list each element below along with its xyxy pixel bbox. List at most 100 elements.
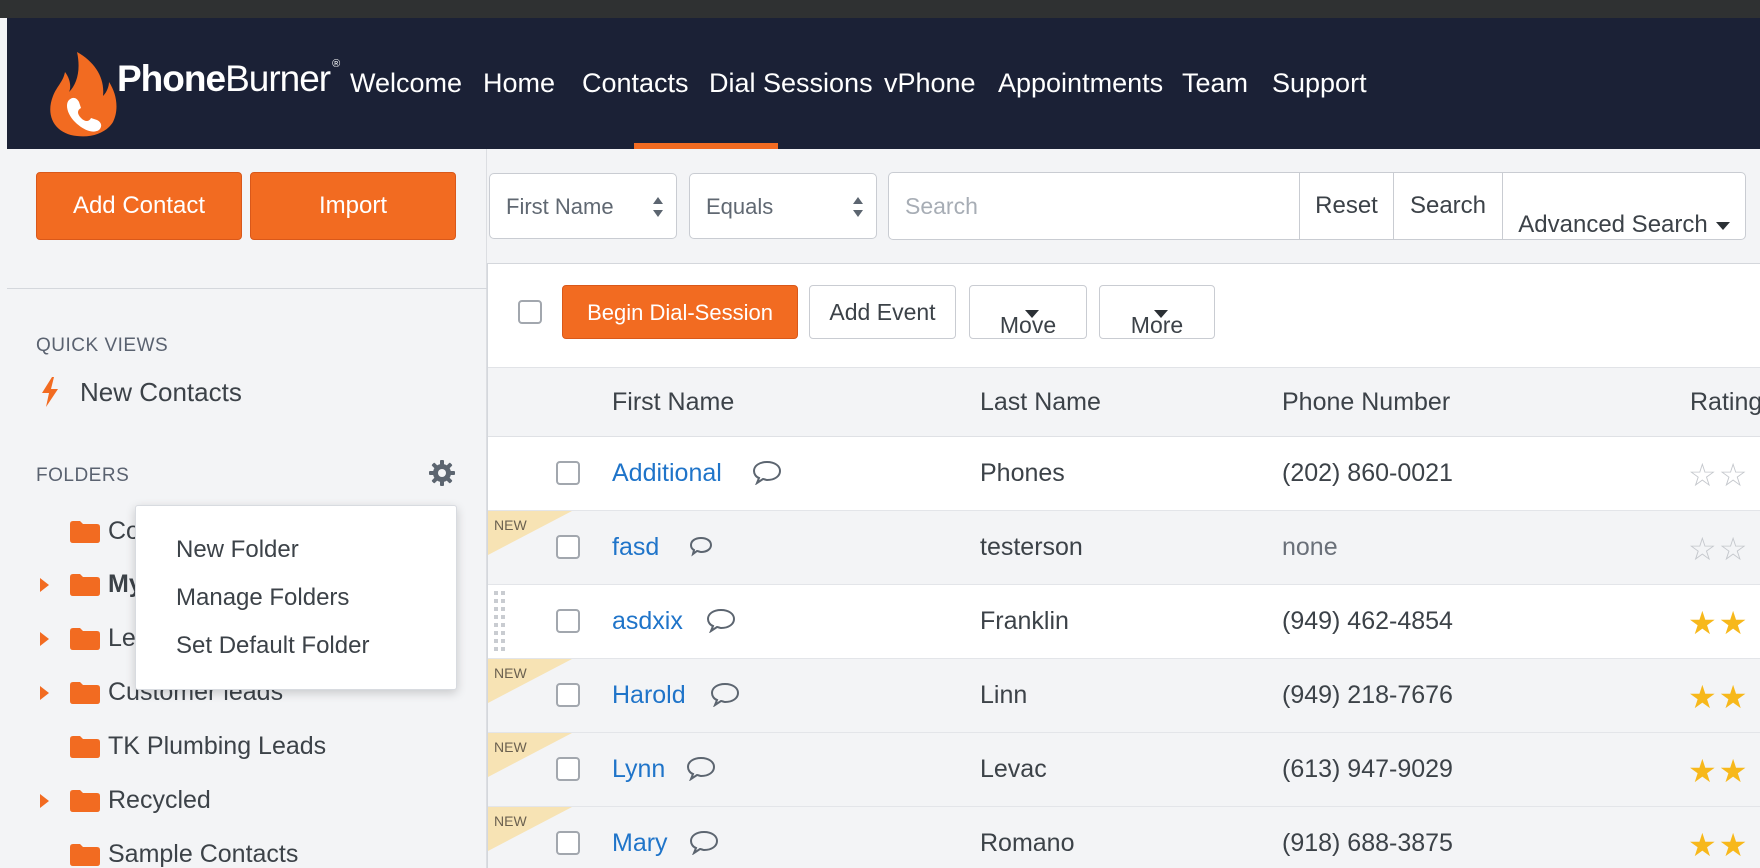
folder-item-sample-contacts[interactable]: Sample Contacts	[40, 836, 480, 868]
column-rating[interactable]: Rating	[1690, 388, 1760, 417]
rating-stars[interactable]: ☆☆	[1688, 456, 1749, 494]
caret-right-icon[interactable]	[40, 578, 49, 592]
star-filled-icon[interactable]: ★	[1688, 827, 1719, 863]
column-phone-number[interactable]: Phone Number	[1282, 388, 1450, 417]
nav-dial-sessions[interactable]: Dial Sessions	[709, 68, 873, 99]
begin-dial-session-label: Begin Dial-Session	[587, 300, 773, 325]
caret-right-icon[interactable]	[40, 794, 49, 808]
first-name-link[interactable]: Lynn	[612, 755, 665, 784]
quick-views-heading: QUICK VIEWS	[36, 335, 169, 356]
table-row[interactable]: Additional Phones (202) 860-0021 ☆☆	[488, 437, 1760, 511]
folder-icon	[70, 574, 100, 596]
nav-home[interactable]: Home	[483, 68, 555, 99]
folder-icon	[70, 628, 100, 650]
star-empty-icon[interactable]: ☆	[1688, 531, 1719, 567]
nav-welcome[interactable]: Welcome	[350, 68, 462, 99]
search-input[interactable]	[888, 172, 1300, 240]
first-name-link[interactable]: asdxix	[612, 607, 683, 636]
reset-button[interactable]: Reset	[1299, 172, 1394, 240]
star-filled-icon[interactable]: ★	[1719, 605, 1750, 641]
add-contact-button[interactable]: Add Contact	[36, 172, 242, 240]
comment-bubble-icon[interactable]	[706, 607, 736, 633]
rating-stars[interactable]: ★★	[1688, 826, 1749, 864]
phone-cell: (202) 860-0021	[1282, 459, 1453, 487]
comment-bubble-icon[interactable]	[686, 755, 716, 781]
menu-set-default-folder[interactable]: Set Default Folder	[176, 632, 369, 660]
row-checkbox[interactable]	[556, 683, 580, 707]
table-header: First Name Last Name Phone Number Rating	[488, 367, 1760, 437]
brand-name: PhoneBurner ®	[117, 58, 340, 99]
row-checkbox[interactable]	[556, 535, 580, 559]
move-label: Move	[999, 312, 1057, 338]
folder-label: TK Plumbing Leads	[108, 732, 327, 760]
star-filled-icon[interactable]: ★	[1719, 679, 1750, 715]
search-operator-select[interactable]: Equals	[689, 173, 877, 239]
comment-bubble-icon[interactable]	[689, 829, 719, 855]
caret-right-icon[interactable]	[40, 632, 49, 646]
row-checkbox[interactable]	[556, 831, 580, 855]
column-first-name[interactable]: First Name	[612, 388, 734, 417]
move-button[interactable]: Move	[969, 285, 1087, 339]
rating-stars[interactable]: ★★	[1688, 604, 1749, 642]
star-empty-icon[interactable]: ☆	[1719, 531, 1750, 567]
row-checkbox[interactable]	[556, 757, 580, 781]
add-event-button[interactable]: Add Event	[809, 285, 956, 339]
sort-arrows-icon	[653, 197, 663, 217]
last-name-cell: testerson	[980, 533, 1083, 561]
add-event-label: Add Event	[829, 299, 936, 325]
nav-appointments[interactable]: Appointments	[998, 68, 1163, 99]
gear-icon[interactable]	[428, 459, 456, 487]
nav-vphone[interactable]: vPhone	[884, 68, 976, 99]
star-filled-icon[interactable]: ★	[1719, 827, 1750, 863]
advanced-search-button[interactable]: Advanced Search	[1502, 172, 1746, 240]
star-empty-icon[interactable]: ☆	[1688, 457, 1719, 493]
begin-dial-session-button[interactable]: Begin Dial-Session	[562, 285, 798, 339]
search-field-select[interactable]: First Name	[489, 173, 677, 239]
comment-bubble-icon[interactable]	[686, 533, 716, 559]
rating-stars[interactable]: ★★	[1688, 752, 1749, 790]
first-name-link[interactable]: Mary	[612, 829, 668, 858]
row-checkbox[interactable]	[556, 461, 580, 485]
table-row[interactable]: NEW Mary Romano (918) 688-3875 ★★	[488, 807, 1760, 868]
star-empty-icon[interactable]: ☆	[1719, 457, 1750, 493]
first-name-link[interactable]: Additional	[612, 459, 722, 488]
first-name-link[interactable]: Harold	[612, 681, 686, 710]
table-row[interactable]: asdxix Franklin (949) 462-4854 ★★	[488, 585, 1760, 659]
folder-item-recycled[interactable]: Recycled	[40, 782, 480, 822]
first-name-link[interactable]: fasd	[612, 533, 659, 562]
last-name-cell: Phones	[980, 459, 1065, 487]
import-button[interactable]: Import	[250, 172, 456, 240]
folder-icon	[70, 682, 100, 704]
nav-team[interactable]: Team	[1182, 68, 1248, 99]
star-filled-icon[interactable]: ★	[1688, 605, 1719, 641]
table-row[interactable]: NEW Harold Linn (949) 218-7676 ★★	[488, 659, 1760, 733]
comment-bubble-icon[interactable]	[710, 681, 740, 707]
search-label: Search	[1409, 192, 1487, 219]
add-contact-label: Add Contact	[72, 192, 206, 219]
rating-stars[interactable]: ☆☆	[1688, 530, 1749, 568]
rating-stars[interactable]: ★★	[1688, 678, 1749, 716]
quick-view-new-contacts[interactable]: New Contacts	[80, 377, 242, 408]
comment-bubble-icon[interactable]	[752, 459, 782, 485]
more-button[interactable]: More	[1099, 285, 1215, 339]
menu-manage-folders[interactable]: Manage Folders	[176, 584, 349, 612]
star-filled-icon[interactable]: ★	[1719, 753, 1750, 789]
folder-icon	[70, 790, 100, 812]
import-label: Import	[318, 192, 387, 219]
nav-contacts[interactable]: Contacts	[582, 68, 689, 99]
caret-right-icon[interactable]	[40, 686, 49, 700]
phone-cell: (949) 218-7676	[1282, 681, 1453, 709]
select-all-checkbox[interactable]	[518, 300, 542, 324]
table-row[interactable]: NEW Lynn Levac (613) 947-9029 ★★	[488, 733, 1760, 807]
drag-handle-icon[interactable]	[493, 589, 507, 655]
column-last-name[interactable]: Last Name	[980, 388, 1101, 417]
table-row[interactable]: NEW fasd testerson none ☆☆	[488, 511, 1760, 585]
star-filled-icon[interactable]: ★	[1688, 753, 1719, 789]
folder-item-tk-plumbing-leads[interactable]: TK Plumbing Leads	[40, 728, 480, 768]
row-checkbox[interactable]	[556, 609, 580, 633]
folder-icon	[70, 736, 100, 758]
star-filled-icon[interactable]: ★	[1688, 679, 1719, 715]
search-button[interactable]: Search	[1393, 172, 1503, 240]
menu-new-folder[interactable]: New Folder	[176, 536, 299, 564]
nav-support[interactable]: Support	[1272, 68, 1367, 99]
